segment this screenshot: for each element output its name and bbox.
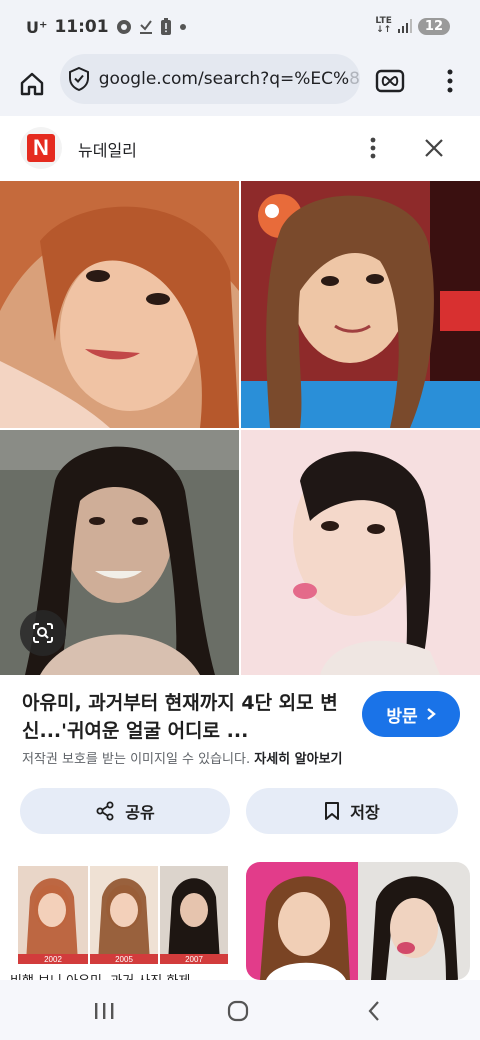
lte-indicator: LTE ↓↑ [375, 17, 392, 35]
result-image[interactable] [0, 181, 480, 675]
clock: 11:01 [54, 17, 109, 37]
lens-icon [33, 623, 53, 643]
share-icon [96, 801, 114, 821]
navigation-bar [0, 980, 480, 1040]
recents-icon [95, 1003, 114, 1019]
check-download-icon [139, 20, 152, 34]
url-visible: google.com/search?q=%EC% [98, 69, 350, 89]
source-name[interactable]: 뉴데일리 [78, 137, 137, 161]
result-title[interactable]: 아유미, 과거부터 현재까지 4단 외모 변신...'귀여운 얼굴 어디로 ..… [22, 689, 342, 745]
browser-toolbar: google.com/search?q=%EC%8 [0, 54, 480, 116]
browser-menu-button[interactable] [436, 66, 464, 96]
aperture-icon [116, 20, 131, 34]
back-button[interactable] [354, 996, 394, 1026]
chevron-right-icon [426, 708, 436, 720]
close-button[interactable] [420, 134, 448, 162]
source-logo: N [20, 127, 62, 169]
battery-alert-icon [160, 18, 171, 35]
bookmark-icon [325, 802, 340, 820]
save-button[interactable]: 저장 [246, 788, 458, 834]
share-label: 공유 [125, 803, 155, 822]
home-button[interactable] [14, 66, 50, 102]
back-icon [368, 1001, 379, 1021]
recents-button[interactable] [84, 996, 124, 1026]
learn-more-link[interactable]: 자세히 알아보기 [254, 752, 342, 767]
home-nav-button[interactable] [218, 996, 258, 1026]
status-bar: U⁺ 11:01 LTE ↓↑ 12 [0, 0, 480, 56]
close-icon [425, 139, 443, 157]
carrier-label: U⁺ [26, 17, 48, 37]
photo-top-right [241, 181, 480, 428]
source-header: N 뉴데일리 [0, 122, 480, 180]
data-arrows-icon: ↓↑ [376, 25, 392, 35]
home-circle-icon [227, 1000, 249, 1022]
shield-check-icon [69, 66, 90, 92]
year-label: 2007 [185, 955, 203, 964]
copyright-text: 저작권 보호를 받는 이미지일 수 있습니다. [22, 752, 251, 767]
related-result-card[interactable]: 2002 2005 2007 [12, 862, 234, 980]
incognito-tabs-button[interactable] [374, 66, 406, 96]
address-bar[interactable]: google.com/search?q=%EC%8 [60, 54, 360, 104]
year-label: 2005 [115, 955, 133, 964]
source-logo-letter: N [27, 134, 55, 162]
notification-dot-icon [179, 24, 186, 30]
copyright-notice: 저작권 보호를 받는 이미지일 수 있습니다. 자세히 알아보기 [22, 748, 343, 767]
year-label: 2002 [44, 955, 62, 964]
related-result-card[interactable] [246, 862, 470, 980]
save-label: 저장 [350, 803, 380, 822]
more-vertical-icon [447, 69, 453, 93]
share-button[interactable]: 공유 [20, 788, 230, 834]
status-right: LTE ↓↑ 12 [375, 17, 450, 35]
home-icon [20, 72, 44, 96]
signal-icon [397, 19, 412, 33]
site-info-button[interactable] [60, 66, 99, 92]
more-vertical-icon [370, 137, 376, 159]
url-text: google.com/search?q=%EC%8 [99, 69, 360, 89]
lens-search-button[interactable] [20, 610, 66, 656]
collage-divider-horizontal [0, 428, 480, 430]
infinity-tabs-icon [375, 69, 405, 93]
url-faded: 8 [349, 69, 360, 89]
visit-button[interactable]: 방문 [362, 691, 460, 737]
status-left: U⁺ 11:01 [26, 17, 187, 37]
source-more-button[interactable] [360, 134, 386, 162]
visit-label: 방문 [386, 706, 418, 727]
battery-level: 12 [417, 17, 450, 35]
photo-top-left [0, 181, 239, 428]
photo-bottom-right [241, 430, 480, 675]
